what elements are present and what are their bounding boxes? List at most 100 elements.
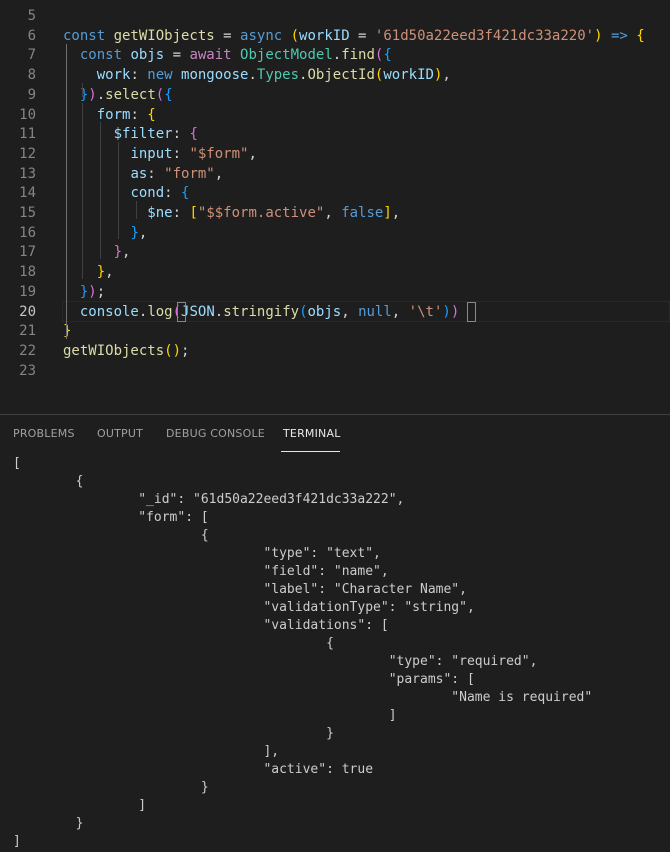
line-code[interactable]: form: {: [63, 105, 156, 125]
code-token: ;: [181, 342, 190, 359]
code-token: ]: [383, 205, 392, 221]
line-number: 19: [19, 283, 36, 300]
line-code[interactable]: input: "$form",: [63, 144, 256, 164]
tab-debug-console[interactable]: DEBUG CONSOLE: [166, 427, 265, 440]
line-number: 23: [19, 362, 36, 379]
code-token: :: [130, 67, 148, 84]
code-token: await: [189, 47, 241, 64]
indent-guide: [118, 142, 119, 239]
code-token: =: [164, 47, 190, 64]
line-code[interactable]: },: [63, 242, 131, 262]
code-token: Types: [256, 67, 300, 84]
line-code[interactable]: as: "form",: [63, 164, 223, 184]
code-token: {: [636, 27, 645, 44]
indent-guide: [82, 83, 83, 97]
code-token: null: [358, 303, 392, 320]
code-token: }: [63, 323, 72, 340]
code-token: getWIObjects: [63, 342, 165, 359]
code-token: objs: [130, 47, 165, 64]
code-token: :: [172, 145, 190, 162]
line-code[interactable]: $ne: ["$$form.active", false],: [63, 203, 400, 223]
code-token: new: [147, 67, 182, 84]
line-code[interactable]: const getWIObjects = async (workID = '61…: [63, 26, 645, 46]
line-code[interactable]: }).select({: [63, 85, 173, 105]
code-token: JSON: [181, 303, 215, 320]
code-token: mongoose: [181, 67, 249, 84]
tab-output[interactable]: OUTPUT: [97, 427, 143, 440]
terminal-output[interactable]: [ { "_id": "61d50a22eed3f421dc33a222", "…: [13, 455, 592, 851]
code-token: (: [290, 27, 300, 44]
code-token: ,: [442, 67, 451, 84]
code-token: ;: [96, 283, 106, 300]
code-token: workID: [299, 27, 350, 44]
code-token: (: [164, 342, 173, 359]
code-token: =: [214, 27, 241, 44]
line-number: 6: [27, 27, 36, 44]
code-token: :: [172, 205, 190, 221]
code-token: ,: [391, 303, 409, 320]
code-line[interactable]: 21}: [0, 321, 670, 341]
line-code[interactable]: work: new mongoose.Types.ObjectId(workID…: [63, 65, 451, 85]
line-number: 21: [19, 323, 36, 340]
line-number: 17: [19, 244, 36, 261]
code-token: ObjectModel: [240, 47, 333, 64]
code-token: ,: [105, 264, 114, 281]
code-token: ): [450, 303, 460, 320]
code-token: :: [130, 106, 148, 123]
code-line[interactable]: 18 },: [0, 262, 670, 282]
bottom-panel: PROBLEMS OUTPUT DEBUG CONSOLE TERMINAL […: [0, 415, 670, 852]
code-line[interactable]: 22 getWIObjects();: [0, 341, 670, 361]
indent-guide: [82, 103, 83, 279]
code-line[interactable]: 23: [0, 361, 670, 381]
code-token: form: [96, 106, 131, 123]
code-token: }: [113, 244, 123, 261]
code-token: {: [189, 126, 198, 143]
line-number: 18: [19, 264, 36, 281]
code-token: ,: [391, 205, 401, 221]
code-token: "$form": [189, 145, 249, 162]
code-token: const: [63, 27, 114, 44]
line-code[interactable]: }: [63, 321, 71, 341]
code-line[interactable]: 5: [0, 6, 670, 26]
code-token: workID: [383, 67, 434, 84]
line-number: 12: [19, 145, 36, 162]
code-line[interactable]: 8 work: new mongoose.Types.ObjectId(work…: [0, 65, 670, 85]
code-line[interactable]: 19 });: [0, 282, 670, 302]
line-code[interactable]: getWIObjects();: [63, 341, 189, 361]
line-code[interactable]: const objs = await ObjectModel.find({: [63, 45, 392, 65]
code-token: ,: [122, 244, 131, 261]
indent-guide: [136, 201, 137, 219]
code-token: getWIObjects: [113, 27, 215, 44]
line-code[interactable]: });: [63, 282, 105, 302]
code-line[interactable]: 6 const getWIObjects = async (workID = '6…: [0, 26, 670, 46]
line-code[interactable]: },: [63, 223, 147, 243]
code-token: {: [181, 185, 190, 202]
code-line[interactable]: 20 console.log(JSON.stringify(objs, null…: [0, 302, 670, 322]
code-token: .: [248, 67, 257, 84]
line-code[interactable]: $filter: {: [63, 124, 198, 144]
code-editor[interactable]: 5 6 const getWIObjects = async (workID = '…: [0, 0, 670, 414]
code-token: input: [130, 145, 173, 162]
code-token: ,: [324, 205, 342, 221]
tab-terminal[interactable]: TERMINAL: [283, 427, 341, 440]
code-token: as: [130, 165, 148, 182]
code-token: find: [341, 47, 375, 64]
code-token: ,: [341, 303, 359, 320]
tab-problems[interactable]: PROBLEMS: [13, 427, 75, 440]
code-token: (: [299, 303, 308, 320]
code-line[interactable]: 9 }).select({: [0, 85, 670, 105]
line-code[interactable]: console.log(JSON.stringify(objs, null, '…: [63, 302, 459, 322]
code-token: $ne: [147, 205, 173, 221]
line-number: 14: [19, 185, 36, 202]
code-token: ,: [138, 224, 148, 241]
code-token: ObjectId: [307, 67, 375, 84]
line-code[interactable]: },: [63, 262, 114, 282]
code-line[interactable]: 7 const objs = await ObjectModel.find({: [0, 45, 670, 65]
